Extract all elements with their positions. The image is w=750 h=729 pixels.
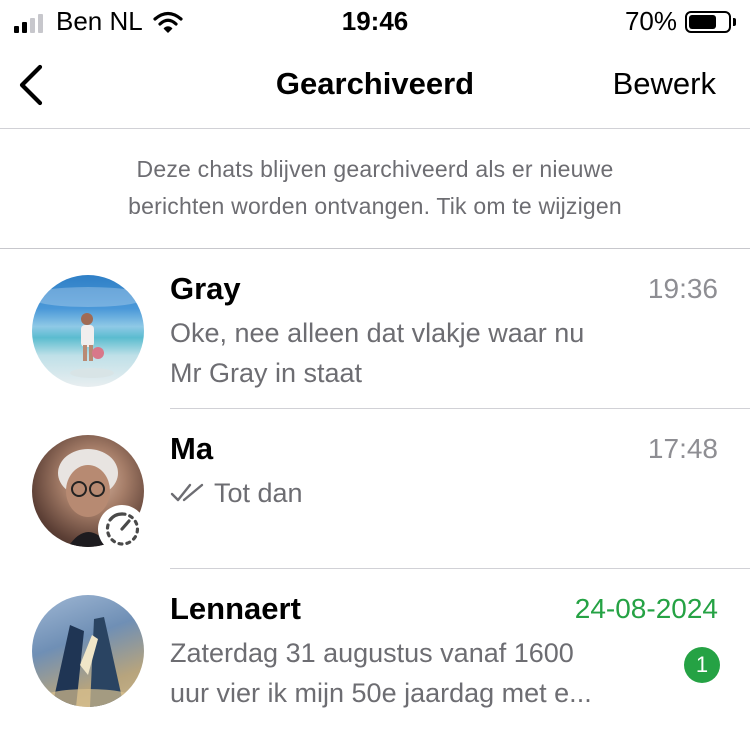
abstract-image — [40, 617, 136, 707]
navigation-bar: Gearchiveerd Bewerk — [0, 42, 750, 129]
chat-name: Lennaert — [170, 591, 301, 626]
archive-notice-text: Deze chats blijven gearchiveerd als er n… — [0, 129, 750, 225]
avatar — [32, 275, 144, 387]
chat-preview: Tot dan — [170, 473, 650, 513]
preview-line-1: Oke, nee alleen dat vlakje waar nu — [170, 318, 585, 348]
chat-time: 24-08-2024 — [574, 593, 718, 624]
chat-preview: Oke, nee alleen dat vlakje waar nu Mr Gr… — [170, 313, 650, 393]
chat-time: 17:48 — [647, 433, 718, 464]
preview-line-1: Zaterdag 31 augustus vanaf 1600 — [170, 638, 574, 668]
disappearing-timer-badge — [98, 505, 146, 553]
notice-line-1: Deze chats blijven gearchiveerd als er n… — [136, 156, 614, 182]
chat-name: Ma — [170, 431, 214, 466]
notice-line-2: berichten worden ontvangen. Tik om te wi… — [128, 193, 622, 219]
chat-row-ma[interactable]: Ma 17:48 Tot dan — [0, 409, 750, 569]
chat-time: 19:36 — [647, 273, 718, 304]
status-bar: Ben NL 19:46 70% — [0, 0, 750, 42]
status-right: 70% — [625, 6, 736, 37]
edit-button[interactable]: Bewerk — [613, 66, 716, 102]
beach-figure-image — [32, 287, 144, 378]
avatar — [32, 595, 144, 707]
battery-icon — [685, 10, 731, 33]
chat-name: Gray — [170, 271, 241, 306]
archive-notice[interactable]: Deze chats blijven gearchiveerd als er n… — [0, 129, 750, 249]
chat-row-gray[interactable]: Gray 19:36 Oke, nee alleen dat vlakje wa… — [0, 249, 750, 409]
unread-count-badge: 1 — [684, 647, 720, 683]
preview-line-1: Tot dan — [214, 478, 303, 508]
battery-percentage: 70% — [624, 6, 677, 36]
timer-icon — [105, 512, 140, 546]
chat-preview: Zaterdag 31 augustus vanaf 1600 uur vier… — [170, 633, 650, 713]
chat-row-lennaert[interactable]: Lennaert 24-08-2024 Zaterdag 31 augustus… — [0, 569, 750, 729]
battery-fill — [689, 14, 716, 29]
read-ticks-icon — [170, 483, 204, 502]
preview-line-2: uur vier ik mijn 50e jaardag met e... — [170, 678, 592, 708]
preview-line-2: Mr Gray in staat — [170, 358, 363, 388]
battery-tip — [733, 17, 736, 26]
